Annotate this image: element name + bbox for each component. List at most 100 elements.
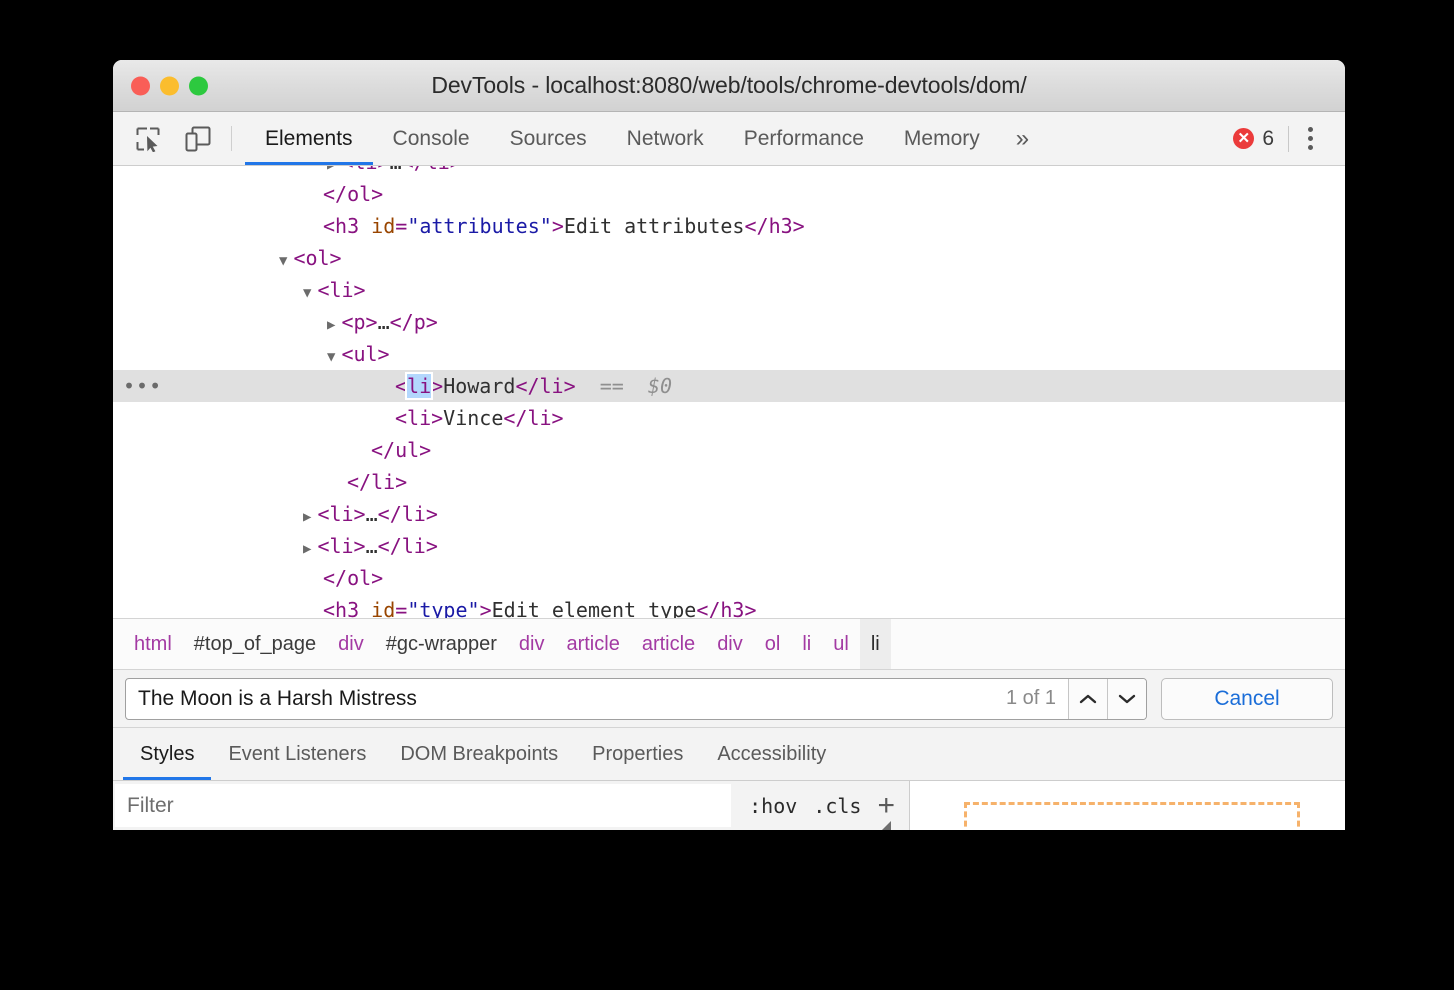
dom-tree-row[interactable]: </li> <box>113 466 1345 498</box>
collapse-arrow-icon[interactable]: ▼ <box>279 253 287 269</box>
dom-token: … <box>390 166 402 174</box>
dom-token: </li> <box>503 406 563 430</box>
breadcrumb-item-label: #top_of_page <box>194 633 316 656</box>
minimize-window-button[interactable] <box>160 76 179 95</box>
tab-elements[interactable]: Elements <box>245 112 373 165</box>
tab-sources[interactable]: Sources <box>490 112 607 165</box>
dom-tree-row[interactable]: <li>Vince</li> <box>113 402 1345 434</box>
styles-filter-row: :hov .cls + <box>113 781 909 827</box>
tab-memory[interactable]: Memory <box>884 112 1000 165</box>
row-overflow-marker[interactable]: ••• <box>123 370 162 402</box>
dom-token: id <box>371 214 395 238</box>
dom-token: > <box>431 374 443 398</box>
breadcrumb-item-li[interactable]: li <box>791 619 822 669</box>
dom-tree-row[interactable]: <h3 id="type">Edit element type</h3> <box>113 594 1345 618</box>
more-tabs-icon[interactable]: » <box>1000 112 1045 165</box>
dom-tree-panel[interactable]: ▶<li>…</li></ol><h3 id="attributes">Edit… <box>113 166 1345 618</box>
expand-arrow-icon[interactable]: ▶ <box>327 166 335 173</box>
maximize-window-button[interactable] <box>189 76 208 95</box>
kebab-menu-icon[interactable] <box>1289 118 1331 160</box>
search-next-button[interactable] <box>1107 679 1146 719</box>
breadcrumb-item-li[interactable]: li <box>860 619 891 669</box>
sidebar-tab-dom-breakpoints[interactable]: DOM Breakpoints <box>383 728 575 780</box>
tab-network-label: Network <box>627 127 704 151</box>
dom-token: … <box>366 534 378 558</box>
dom-token: … <box>378 310 390 334</box>
collapse-arrow-icon[interactable]: ▼ <box>303 285 311 301</box>
editing-tag-name[interactable]: li <box>407 374 431 398</box>
breadcrumb-item-div[interactable]: div <box>508 619 556 669</box>
box-model-margin-outline <box>964 802 1300 830</box>
add-style-rule-button[interactable]: + <box>877 791 895 821</box>
search-field[interactable]: 1 of 1 <box>125 678 1147 720</box>
sidebar-tab-event-listeners[interactable]: Event Listeners <box>211 728 383 780</box>
dom-token: </li> <box>347 470 407 494</box>
breadcrumb: html#top_of_pagediv#gc-wrapperdivarticle… <box>113 618 1345 670</box>
dom-token: </li> <box>402 166 462 174</box>
breadcrumb-item-article[interactable]: article <box>555 619 630 669</box>
dom-tree-row[interactable]: </ul> <box>113 434 1345 466</box>
dom-token: </ol> <box>323 182 383 206</box>
tab-sources-label: Sources <box>510 127 587 151</box>
styles-filter-input[interactable] <box>115 784 731 827</box>
dom-tree-row[interactable]: </ol> <box>113 562 1345 594</box>
breadcrumb-item-div[interactable]: div <box>327 619 375 669</box>
breadcrumb-item-gc-wrapper[interactable]: #gc-wrapper <box>375 619 508 669</box>
expand-arrow-icon[interactable]: ▶ <box>327 317 335 333</box>
dom-token: "attributes" <box>407 214 552 238</box>
sidebar-tabs: StylesEvent ListenersDOM Breakpoints Prop… <box>113 728 1345 781</box>
search-input[interactable] <box>126 679 994 719</box>
search-prev-button[interactable] <box>1068 679 1107 719</box>
dom-token: </h3> <box>744 214 804 238</box>
breadcrumb-item-html[interactable]: html <box>123 619 183 669</box>
hov-toggle-button[interactable]: :hov <box>749 794 797 818</box>
sidebar-tab-accessibility[interactable]: Accessibility <box>700 728 843 780</box>
cls-toggle-button[interactable]: .cls <box>813 794 861 818</box>
close-window-button[interactable] <box>131 76 150 95</box>
expand-arrow-icon[interactable]: ▶ <box>303 509 311 525</box>
breadcrumb-item-article[interactable]: article <box>631 619 706 669</box>
tab-performance[interactable]: Performance <box>724 112 884 165</box>
dom-token: == <box>576 374 648 398</box>
breadcrumb-item-label: div <box>717 633 743 656</box>
tab-network[interactable]: Network <box>607 112 724 165</box>
dom-tree-row[interactable]: ▶<li>…</li> <box>113 530 1345 562</box>
dom-tree-row[interactable]: ▼<ul> <box>113 338 1345 370</box>
breadcrumb-item-div[interactable]: div <box>706 619 754 669</box>
breadcrumb-item-ol[interactable]: ol <box>754 619 792 669</box>
dom-token: <ol> <box>293 246 341 270</box>
breadcrumb-item-topofpage[interactable]: #top_of_page <box>183 619 327 669</box>
tab-performance-label: Performance <box>744 127 864 151</box>
collapse-arrow-icon[interactable]: ▼ <box>327 349 335 365</box>
dom-tree-row[interactable]: ▶<li>…</li> <box>113 166 1345 178</box>
dom-tree-row[interactable]: ▼<li> <box>113 274 1345 306</box>
dom-tree-row[interactable]: ▶<p>…</p> <box>113 306 1345 338</box>
dom-token: Edit element type <box>492 598 697 618</box>
sidebar-tab-styles[interactable]: Styles <box>123 728 211 780</box>
breadcrumb-item-ul[interactable]: ul <box>822 619 860 669</box>
sidebar-tab-label: Properties <box>592 743 683 766</box>
error-badge[interactable]: ✕ 6 <box>1225 127 1288 151</box>
breadcrumb-item-label: #gc-wrapper <box>386 633 497 656</box>
toolbar-icon-group <box>113 112 216 165</box>
expand-arrow-icon[interactable]: ▶ <box>303 541 311 557</box>
device-toolbar-icon[interactable] <box>180 121 216 157</box>
resize-grip-icon[interactable] <box>877 821 891 830</box>
dom-token: > <box>480 598 492 618</box>
dom-token: <li> <box>395 406 443 430</box>
dom-tree-row[interactable]: <h3 id="attributes">Edit attributes</h3> <box>113 210 1345 242</box>
sidebar-tab-label: Accessibility <box>717 743 826 766</box>
styles-left-column: :hov .cls + <box>113 781 910 830</box>
tab-console[interactable]: Console <box>373 112 490 165</box>
dom-tree-row[interactable]: ▶<li>…</li> <box>113 498 1345 530</box>
inspect-element-icon[interactable] <box>130 121 166 157</box>
breadcrumb-item-label: ul <box>833 633 849 656</box>
search-cancel-button[interactable]: Cancel <box>1161 678 1333 720</box>
search-cancel-label: Cancel <box>1214 687 1279 711</box>
dom-token: Howard <box>443 374 515 398</box>
dom-token: </p> <box>390 310 438 334</box>
sidebar-tab-properties[interactable]: Properties <box>575 728 700 780</box>
dom-tree-row[interactable]: •••<li>Howard</li> == $0 <box>113 370 1345 402</box>
dom-tree-row[interactable]: </ol> <box>113 178 1345 210</box>
dom-tree-row[interactable]: ▼ <ol> <box>113 242 1345 274</box>
